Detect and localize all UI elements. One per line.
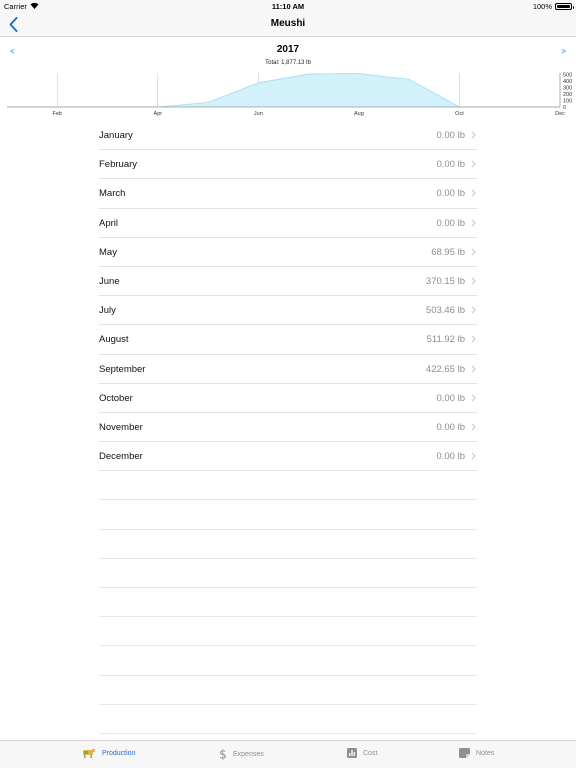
month-row[interactable]: September 422.65 lb [99,355,477,384]
month-value: 0.00 lb [436,421,465,433]
cow-icon [83,749,95,758]
chevron-right-icon [471,335,476,343]
month-row[interactable]: June 370.15 lb [99,267,477,297]
month-value: 0.00 lb [436,451,465,463]
navigation-bar: Meushi [0,12,576,37]
chart-header: Feb Apr Jun Aug Oct Dec 500 400 300 200 100 0 < > 2… [0,37,576,125]
tab-bar: Production $ Expenses Cost Notes [0,740,576,768]
page-title: Meushi [270,18,306,29]
chevron-right-icon [471,364,476,373]
status-time: 11:10 AM [271,2,305,11]
month-row[interactable]: January 0.00 lb [99,121,477,151]
chevron-right-icon [471,189,476,197]
svg-text:$: $ [219,748,227,760]
chart-y-tick-label: 0 [563,105,566,111]
month-row[interactable]: February 0.00 lb [99,150,477,180]
empty-row [99,705,477,734]
chart-x-tick-label: Aug [354,111,364,117]
chart-x-tick-label: Feb [53,111,62,117]
tab-production-label: Production [102,749,136,757]
chart-x-tick-label: Oct [455,111,464,117]
month-name: January [99,130,133,141]
month-name: May [99,246,117,258]
chevron-right-icon [471,131,476,139]
month-value: 68.95 lb [431,246,465,258]
chart-y-tick-label: 200 [563,92,572,98]
tab-expenses-label: Expenses [233,750,264,758]
empty-row [99,676,477,705]
month-value: 0.00 lb [436,130,465,141]
month-name: March [99,188,126,200]
month-value: 422.65 lb [425,363,465,375]
chevron-right-icon [471,394,476,402]
dollar-icon: $ [219,748,227,760]
month-name: October [99,392,133,404]
month-name: June [99,275,120,287]
month-row[interactable]: August 511.92 lb [99,325,477,355]
tab-cost-label: Cost [363,749,378,757]
tab-cost[interactable]: Cost [347,748,377,758]
status-bar: Carrier 11:10 AM 100% [0,0,576,12]
chevron-right-icon [471,160,476,168]
month-name: July [99,305,116,317]
month-row[interactable]: May 68.95 lb [99,238,477,267]
month-name: November [99,421,143,433]
empty-row [99,559,477,588]
month-row[interactable]: April 0.00 lb [99,209,477,238]
tab-notes[interactable]: Notes [459,748,494,758]
chevron-right-icon [471,423,476,431]
month-value: 0.00 lb [436,217,465,229]
chart-x-tick-label: Apr [154,111,163,117]
app-screen: Carrier 11:10 AM 100% Meushi Feb Apr Jun Au… [0,0,576,768]
chart-y-tick-label: 100 [563,98,572,104]
year-title: 2017 [276,44,300,55]
month-row[interactable]: March 0.00 lb [99,179,477,209]
battery-icon [555,3,574,10]
status-right: 100% [532,2,574,11]
month-value: 503.46 lb [425,305,465,317]
month-value: 0.00 lb [436,392,465,404]
year-total: Total: 1,877.13 lb [265,60,311,66]
month-row[interactable]: December 0.00 lb [99,442,477,472]
empty-row [99,471,477,501]
chart-x-tick-label: Jun [254,111,263,117]
note-icon [459,748,470,758]
chevron-right-icon [471,277,476,285]
month-name: December [99,451,143,463]
month-row[interactable]: November 0.00 lb [99,413,477,443]
month-list: January 0.00 lb February 0.00 lb March 0.00 l… [99,121,477,734]
chart-x-tick-label: Dec [555,111,565,117]
battery-percent: 100% [532,2,552,11]
month-value: 0.00 lb [436,188,465,200]
chevron-right-icon [471,248,476,256]
chart-y-tick-label: 300 [563,85,572,91]
empty-row [99,646,477,676]
month-name: April [99,217,119,229]
empty-row [99,530,477,559]
empty-row [99,500,477,530]
chevron-right-icon [471,452,476,460]
month-name: September [99,363,146,375]
empty-row [99,588,477,618]
chevron-right-icon [471,306,476,314]
tab-notes-label: Notes [476,749,495,757]
month-name: August [99,334,129,346]
chevron-right-icon [471,219,476,227]
month-value: 370.15 lb [425,275,465,287]
month-row[interactable]: October 0.00 lb [99,384,477,413]
tab-expenses[interactable]: $ Expenses [219,748,264,760]
month-name: February [99,159,138,171]
empty-row [99,617,477,647]
tab-production[interactable]: Production [81,748,135,758]
bar-chart-icon [347,748,357,758]
month-row[interactable]: July 503.46 lb [99,296,477,326]
month-value: 0.00 lb [436,159,465,171]
month-value: 511.92 lb [426,334,465,346]
chart-y-tick-label: 500 [563,72,572,78]
chart-y-tick-label: 400 [563,79,572,85]
